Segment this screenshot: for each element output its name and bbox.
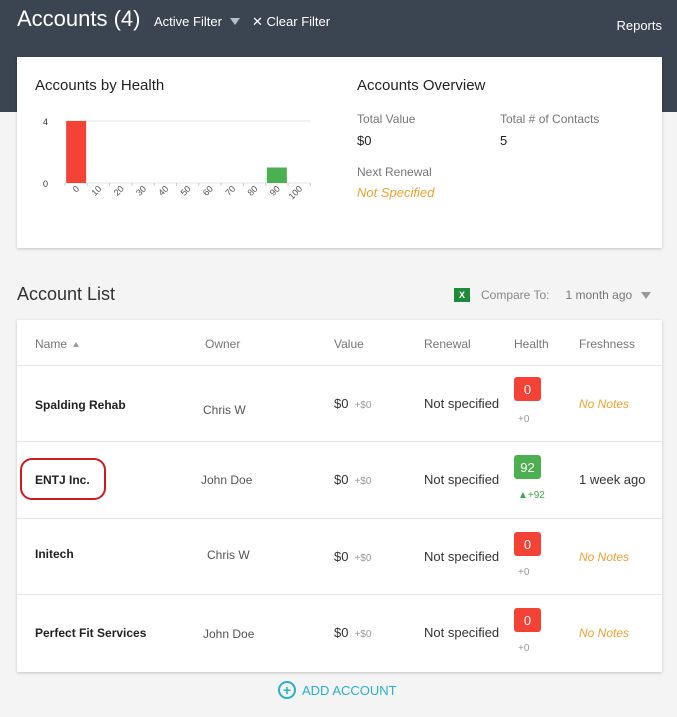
summary-card: Accounts by Health 4 0 0 10 20 30 40 50 60 70 80 90… [17, 57, 662, 248]
reports-link[interactable]: Reports [616, 18, 662, 33]
x-tick-label: 20 [112, 184, 126, 198]
health-badge: 0 [514, 608, 541, 632]
health-badge: 0 [514, 377, 541, 401]
page-title: Accounts (4) [17, 6, 141, 31]
active-filter-label: Active Filter [154, 14, 222, 29]
account-value: $0 +$0 [334, 396, 371, 411]
value-delta: +$0 [354, 629, 372, 640]
compare-period-value: 1 month ago [565, 288, 633, 302]
account-value: $0 +$0 [334, 472, 371, 487]
health-bar-chart: 40 0 10 20 30 40 50 60 70 80 90 100 [43, 117, 311, 202]
plus-circle-icon: + [278, 681, 296, 699]
account-name[interactable]: Perfect Fit Services [35, 626, 146, 640]
table-row[interactable]: ENTJ Inc. John Doe $0 +$0 Not specified 9… [17, 441, 662, 517]
compare-period-dropdown[interactable]: 1 month ago [565, 288, 652, 302]
value-delta: +$0 [354, 400, 372, 411]
health-badge: 0 [514, 532, 541, 556]
value-amount: $0 [334, 625, 349, 640]
account-name[interactable]: Initech [35, 547, 74, 561]
account-name[interactable]: Spalding Rehab [35, 398, 126, 412]
total-value: $0 [357, 133, 372, 148]
column-header-owner[interactable]: Owner [205, 337, 240, 351]
account-renewal: Not specified [424, 625, 500, 640]
overview-title: Accounts Overview [357, 77, 486, 94]
account-value: $0 +$0 [334, 549, 371, 564]
add-account-label: ADD ACCOUNT [302, 682, 397, 698]
health-delta: +0 [518, 643, 530, 654]
account-renewal: Not specified [424, 549, 500, 564]
clear-filter-button[interactable]: ✕ Clear Filter [252, 14, 330, 30]
y-tick-label: 0 [43, 179, 48, 189]
next-renewal-label: Next Renewal [357, 165, 432, 179]
account-freshness: No Notes [579, 397, 630, 411]
x-tick-label: 100 [287, 184, 305, 202]
caret-down-icon [229, 18, 240, 25]
next-renewal-value: Not Specified [357, 185, 435, 200]
account-freshness: 1 week ago [579, 472, 646, 487]
column-header-label: Name [35, 337, 68, 351]
y-tick-label: 4 [43, 117, 48, 127]
table-row[interactable]: Initech Chris W $0 +$0 Not specified 0 +0… [17, 518, 662, 594]
account-table: Name Owner Value Renewal Health Freshnes… [17, 320, 662, 672]
health-delta: ▲+92 [518, 490, 545, 501]
caret-down-icon [641, 291, 652, 299]
compare-controls: X Compare To: 1 month ago [454, 288, 652, 302]
account-name[interactable]: ENTJ Inc. [35, 473, 90, 487]
health-delta: +0 [518, 414, 530, 425]
table-row[interactable]: Spalding Rehab Chris W $0 +$0 Not specifi… [17, 365, 662, 441]
value-amount: $0 [334, 549, 349, 564]
clear-filter-label: Clear Filter [266, 14, 331, 29]
account-owner: Chris W [203, 403, 246, 417]
value-delta: +$0 [354, 553, 372, 564]
account-list-title: Account List [17, 284, 116, 304]
column-header-freshness[interactable]: Freshness [579, 337, 635, 351]
x-tick-label: 10 [89, 184, 103, 198]
close-icon: ✕ [252, 14, 263, 29]
total-contacts-value: 5 [500, 133, 508, 148]
value-amount: $0 [334, 472, 349, 487]
sort-ascending-icon [73, 342, 80, 347]
excel-export-icon[interactable]: X [454, 288, 470, 302]
health-delta: +0 [518, 567, 530, 578]
health-badge: 92 [514, 455, 541, 479]
chart-bar[interactable] [266, 167, 287, 184]
arrow-up-icon: ▲ [518, 490, 528, 501]
health-delta-value: +92 [527, 490, 545, 501]
account-value: $0 +$0 [334, 625, 371, 640]
column-header-renewal[interactable]: Renewal [424, 337, 471, 351]
x-tick-label: 30 [134, 184, 148, 198]
column-header-health[interactable]: Health [514, 337, 549, 351]
value-amount: $0 [334, 396, 349, 411]
add-account-button[interactable]: + ADD ACCOUNT [278, 681, 397, 699]
x-tick-label: 70 [223, 184, 237, 198]
compare-label: Compare To: [481, 288, 550, 302]
account-freshness: No Notes [579, 626, 630, 640]
account-renewal: Not specified [424, 472, 500, 487]
active-filter-dropdown[interactable]: Active Filter [154, 14, 240, 29]
x-tick-label: 50 [179, 184, 193, 198]
total-value-label: Total Value [357, 112, 416, 126]
account-owner: John Doe [201, 473, 253, 487]
x-tick-label: 90 [268, 184, 282, 198]
chart-bar[interactable] [66, 121, 87, 183]
table-row[interactable]: Perfect Fit Services John Doe $0 +$0 Not … [17, 594, 662, 670]
account-freshness: No Notes [579, 550, 630, 564]
x-tick-label: 40 [156, 184, 170, 198]
column-header-value[interactable]: Value [334, 337, 364, 351]
column-header-name[interactable]: Name [35, 337, 80, 351]
x-tick-label: 0 [71, 184, 82, 195]
x-tick-label: 60 [201, 184, 215, 198]
account-renewal: Not specified [424, 396, 500, 411]
x-tick-label: 80 [245, 184, 259, 198]
account-owner: Chris W [207, 548, 250, 562]
account-owner: John Doe [203, 627, 255, 641]
total-contacts-label: Total # of Contacts [500, 112, 600, 126]
health-chart-title: Accounts by Health [35, 77, 165, 94]
page-header: Accounts (4) Active Filter ✕ Clear Filte… [0, 0, 677, 48]
value-delta: +$0 [354, 476, 372, 487]
